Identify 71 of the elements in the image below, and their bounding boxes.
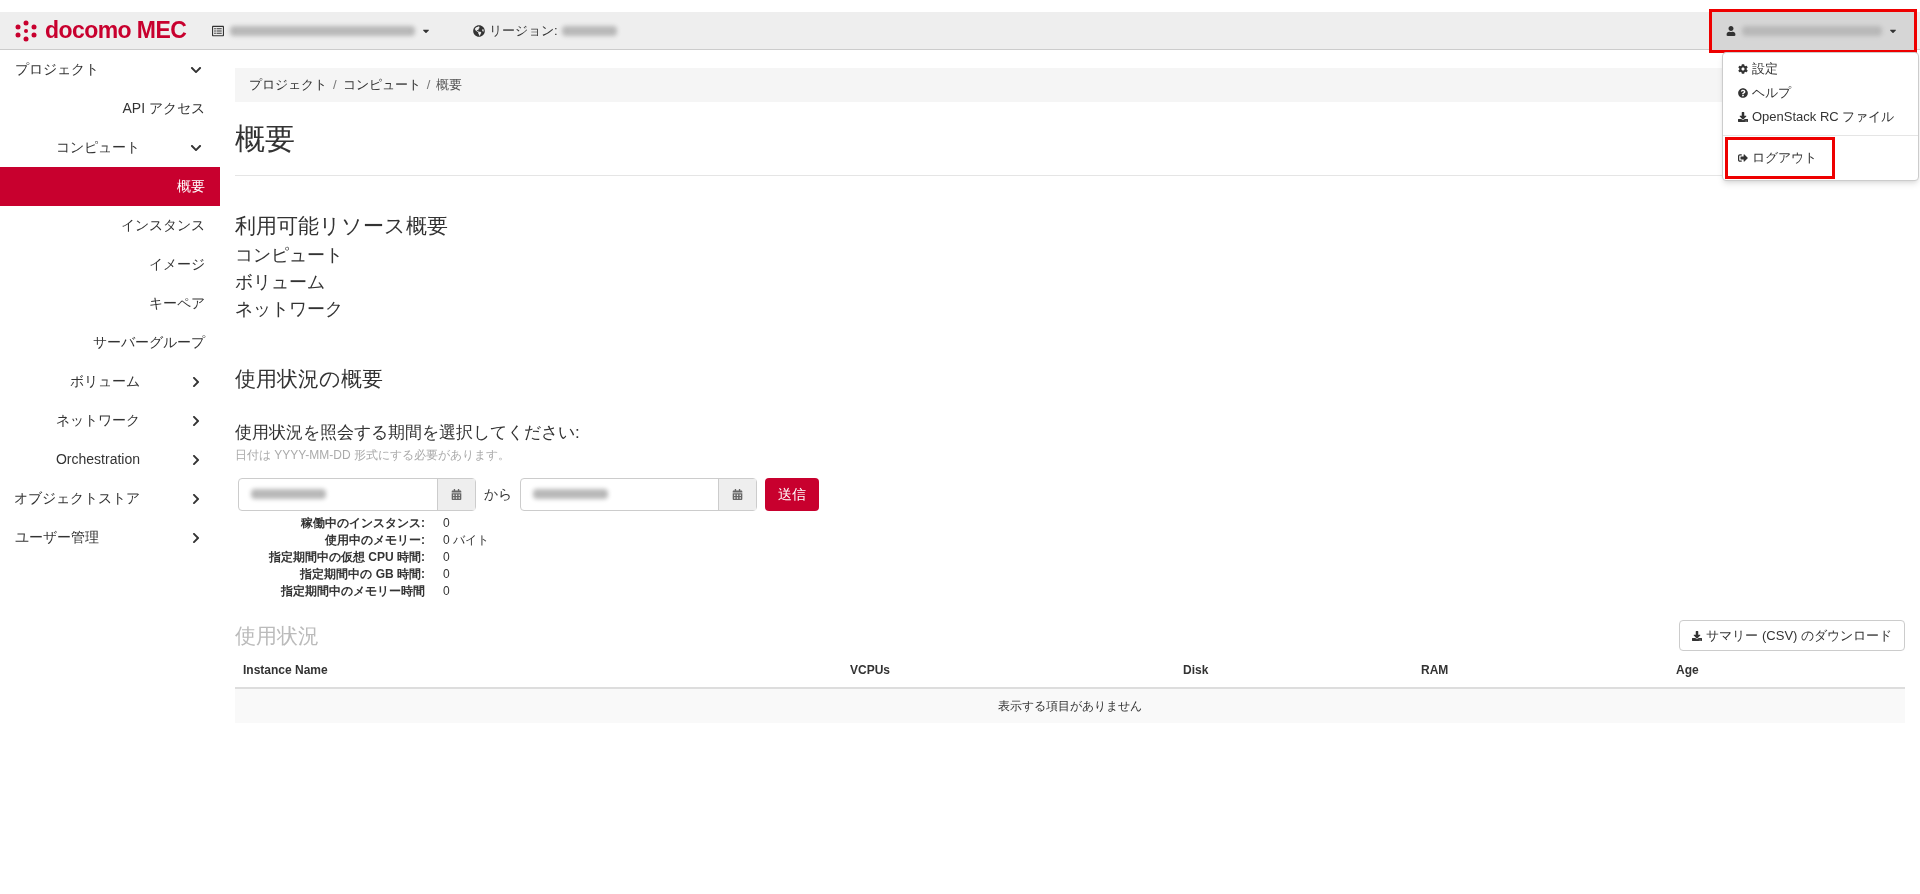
sidebar-group[interactable]: ユーザー管理 bbox=[0, 527, 190, 548]
sidebar-item[interactable]: API アクセス bbox=[0, 89, 220, 128]
stat-label: 稼働中のインスタンス: bbox=[300, 514, 425, 532]
settings-icon bbox=[1738, 64, 1748, 74]
project-selector[interactable] bbox=[212, 24, 431, 37]
sidebar-item[interactable]: キーペア bbox=[0, 284, 220, 323]
stat-value: 0 bbox=[443, 548, 451, 566]
section-title: 利用可能リソース概要 bbox=[235, 213, 449, 239]
logout-icon bbox=[1738, 153, 1748, 163]
range-separator: から bbox=[484, 484, 512, 504]
column-header: Instance Name bbox=[243, 662, 329, 679]
download-icon bbox=[1692, 630, 1703, 641]
menu-item-label: OpenStack RC ファイル bbox=[1752, 108, 1895, 127]
blurred-text bbox=[561, 25, 617, 36]
region-label: リージョン: bbox=[489, 21, 558, 40]
sidebar-group[interactable]: プロジェクト bbox=[0, 59, 190, 80]
menu-item[interactable]: OpenStack RC ファイル bbox=[1728, 105, 1913, 129]
download-icon bbox=[1738, 112, 1748, 122]
user-menu-button[interactable] bbox=[1712, 11, 1914, 50]
menu-item-label: 設定 bbox=[1752, 60, 1778, 79]
stat-value: 0 bbox=[443, 582, 451, 600]
menu-item-label: ヘルプ bbox=[1752, 84, 1791, 103]
stat-label: 使用中のメモリー: bbox=[324, 531, 425, 549]
stat-value: 0 バイト bbox=[443, 531, 489, 549]
sidebar-group[interactable]: Orchestration bbox=[0, 449, 190, 470]
column-header: RAM bbox=[1421, 662, 1450, 679]
globe-icon bbox=[473, 24, 485, 37]
calendar-icon bbox=[451, 488, 462, 500]
sidebar-group[interactable]: コンピュート bbox=[0, 137, 190, 158]
brand-name: docomo MEC bbox=[45, 16, 187, 46]
breadcrumb-separator: / bbox=[333, 76, 337, 95]
breadcrumb-separator: / bbox=[426, 76, 431, 95]
date-input[interactable] bbox=[520, 477, 757, 511]
stat-value: 0 bbox=[443, 514, 451, 532]
logo-icon bbox=[13, 19, 39, 42]
stat-value: 0 bbox=[443, 565, 451, 583]
column-header: Disk bbox=[1183, 662, 1210, 679]
resource-heading: コンピュート bbox=[235, 243, 344, 267]
column-header: Age bbox=[1676, 662, 1700, 679]
menu-item[interactable]: ログアウト bbox=[1728, 140, 1832, 176]
help-icon bbox=[1738, 88, 1748, 98]
download-button[interactable]: サマリー (CSV) のダウンロード bbox=[1679, 620, 1905, 651]
submit-button[interactable]: 送信 bbox=[765, 477, 819, 511]
empty-message: 表示する項目がありません bbox=[998, 698, 1142, 715]
stat-label: 指定期間中のメモリー時間 bbox=[280, 582, 425, 600]
breadcrumb-item: 概要 bbox=[436, 76, 463, 95]
section-title: 使用状況 bbox=[235, 622, 319, 649]
breadcrumb-item[interactable]: プロジェクト bbox=[249, 75, 327, 95]
menu-item[interactable]: 設定 bbox=[1728, 57, 1913, 81]
menu-item-label: ログアウト bbox=[1752, 149, 1817, 168]
period-prompt: 使用状況を照会する期間を選択してください: bbox=[235, 422, 581, 444]
sidebar-item[interactable]: イメージ bbox=[0, 245, 220, 284]
stat-label: 指定期間中の GB 時間: bbox=[299, 565, 425, 583]
sidebar-group[interactable]: ボリューム bbox=[0, 371, 190, 392]
breadcrumb-item[interactable]: コンピュート bbox=[342, 75, 421, 95]
sidebar-group[interactable]: ネットワーク bbox=[0, 410, 190, 431]
menu-item[interactable]: ヘルプ bbox=[1728, 81, 1913, 105]
sidebar-item[interactable]: 概要 bbox=[0, 167, 220, 206]
date-input[interactable] bbox=[238, 477, 476, 511]
column-header: VCPUs bbox=[850, 662, 891, 679]
calendar-icon bbox=[732, 488, 743, 500]
date-format-hint: 日付は YYYY-MM-DD 形式にする必要があります。 bbox=[235, 446, 511, 464]
user-icon bbox=[1726, 25, 1736, 36]
list-icon bbox=[212, 24, 224, 37]
sidebar-group[interactable]: オブジェクトストア bbox=[0, 488, 190, 509]
sidebar-item[interactable]: インスタンス bbox=[0, 206, 220, 245]
sidebar-item[interactable]: サーバーグループ bbox=[0, 323, 220, 362]
resource-heading: ボリューム bbox=[235, 270, 326, 294]
section-title: 使用状況の概要 bbox=[235, 365, 384, 392]
resource-heading: ネットワーク bbox=[235, 297, 344, 321]
stat-label: 指定期間中の仮想 CPU 時間: bbox=[268, 548, 425, 566]
